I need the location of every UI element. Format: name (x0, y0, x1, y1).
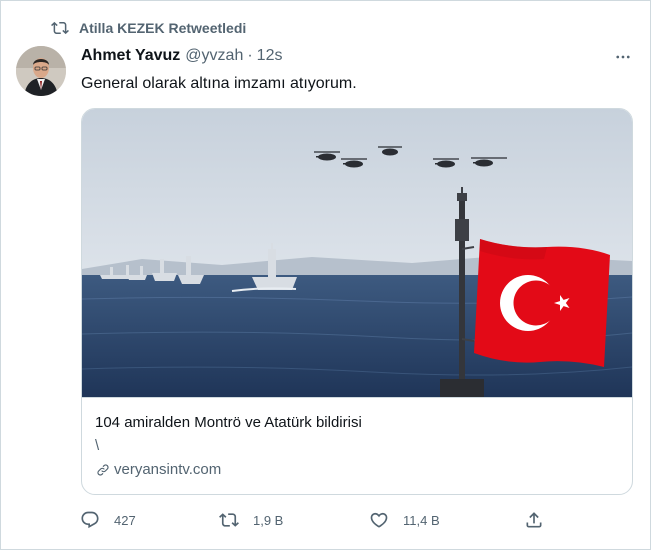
tweet-timestamp[interactable]: 12s (257, 47, 283, 65)
reply-icon (81, 511, 99, 529)
card-domain-text[interactable]: veryansintv.com (114, 461, 221, 478)
tweet-container: Atilla KEZEK Retweetledi Ahmet Yavuz @yv… (0, 0, 651, 550)
retweet-label[interactable]: Atilla KEZEK Retweetledi (79, 20, 246, 36)
retweet-count: 1,9 B (253, 512, 284, 528)
share-icon (526, 512, 542, 528)
card-divider (82, 397, 632, 398)
retweet-icon (219, 513, 239, 527)
retweet-context[interactable]: Atilla KEZEK Retweetledi (51, 18, 246, 38)
card-title[interactable]: 104 amiralden Montrö ve Atatürk bildiris… (95, 414, 362, 431)
separator-dot: · (247, 47, 253, 64)
author-handle[interactable]: @yvzah (185, 47, 243, 65)
link-card[interactable]: 104 amiralden Montrö ve Atatürk bildiris… (81, 108, 633, 495)
reply-count: 427 (114, 512, 136, 528)
retweet-button[interactable]: 1,9 B (219, 507, 283, 533)
retweet-icon (51, 21, 69, 35)
more-horizontal-icon (616, 55, 630, 59)
reply-button[interactable]: 427 (80, 507, 136, 533)
tweet-header: Ahmet Yavuz @yvzah · 12s (81, 47, 282, 65)
like-count: 11,4 B (403, 512, 440, 528)
card-description: \ (95, 437, 100, 454)
share-button[interactable] (524, 507, 544, 533)
card-domain[interactable]: veryansintv.com (95, 461, 221, 478)
more-options-button[interactable] (609, 47, 637, 67)
heart-icon (370, 512, 388, 528)
avatar-image (16, 46, 66, 96)
like-button[interactable]: 11,4 B (369, 507, 440, 533)
card-image (82, 109, 632, 397)
link-icon (97, 463, 109, 476)
tweet-actions: 427 1,9 B 11,4 B (1, 507, 651, 533)
author-name[interactable]: Ahmet Yavuz (81, 47, 180, 65)
avatar[interactable] (16, 46, 66, 96)
tweet-text: General olarak altına imzamı atıyorum. (81, 75, 357, 92)
